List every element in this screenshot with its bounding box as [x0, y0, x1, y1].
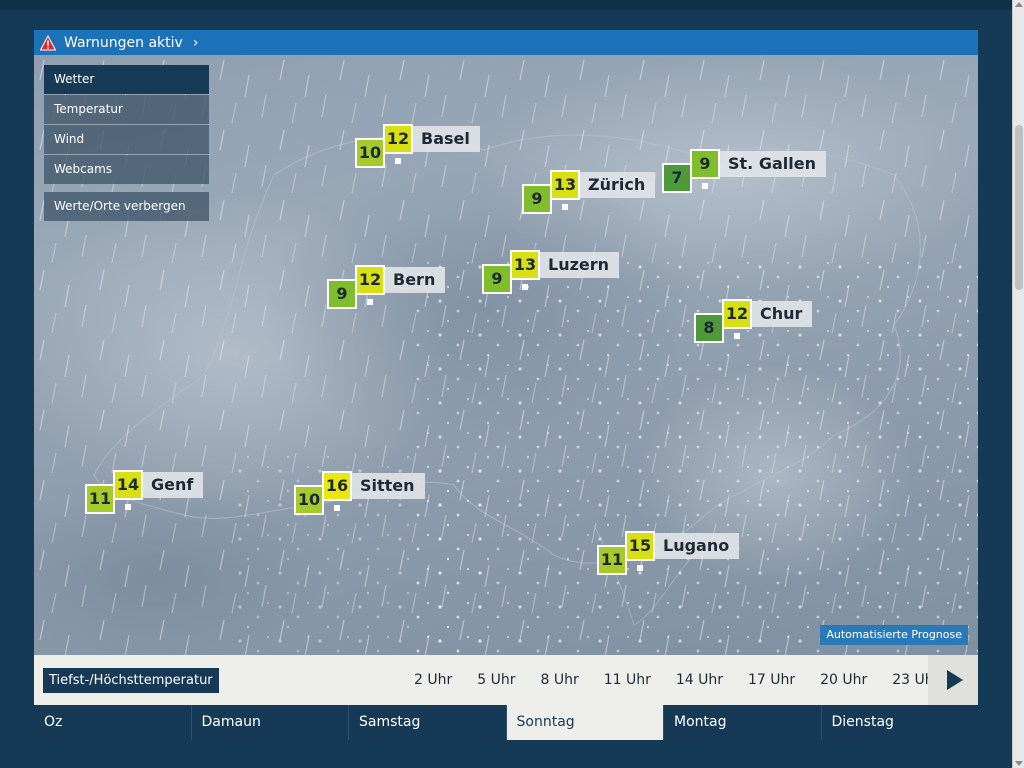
temp-min: 11 — [85, 484, 115, 514]
location-dot — [125, 504, 131, 510]
tab-day-5[interactable]: Dienstag — [821, 705, 978, 740]
tab-day-4[interactable]: Montag — [664, 705, 822, 740]
window-top-bar — [0, 0, 1024, 10]
location-dot — [637, 565, 643, 571]
temp-min: 11 — [597, 545, 627, 575]
warning-triangle-icon — [40, 34, 56, 50]
warnings-bar[interactable]: Warnungen aktiv › — [34, 30, 978, 55]
city-name: Sitten — [352, 473, 425, 499]
hour-5[interactable]: 5 Uhr — [477, 672, 515, 688]
temp-max: 12 — [722, 299, 752, 329]
play-icon — [947, 670, 963, 690]
temp-min: 10 — [294, 485, 324, 515]
city-name: Chur — [752, 301, 813, 327]
temp-min: 9 — [522, 184, 552, 214]
temp-min: 9 — [327, 279, 357, 309]
hour-11[interactable]: 11 Uhr — [604, 672, 651, 688]
city-name: Basel — [413, 126, 480, 152]
city-name: St. Gallen — [720, 151, 826, 177]
scrollbar-thumb[interactable] — [1015, 125, 1023, 290]
location-dot — [395, 158, 401, 164]
menu-item-webcams[interactable]: Webcams — [44, 155, 209, 184]
hour-list: 2 Uhr 5 Uhr 8 Uhr 11 Uhr 14 Uhr 17 Uhr 2… — [404, 655, 939, 705]
temperature-mode-label[interactable]: Tiefst-/Höchsttemperatur — [43, 667, 219, 693]
temp-min: 10 — [355, 138, 385, 168]
menu-item-wind[interactable]: Wind — [44, 125, 209, 154]
warnings-label: Warnungen aktiv — [64, 34, 183, 51]
time-selector-bar: Tiefst-/Höchsttemperatur 2 Uhr 5 Uhr 8 U… — [34, 655, 978, 705]
scroll-down-icon[interactable] — [1015, 761, 1023, 766]
temp-max: 9 — [690, 149, 720, 179]
tab-day-3[interactable]: Sonntag — [506, 705, 664, 740]
hour-8[interactable]: 8 Uhr — [540, 672, 578, 688]
temp-max: 12 — [383, 124, 413, 154]
location-dot — [522, 284, 528, 290]
temp-max: 13 — [510, 250, 540, 280]
city-name: Lugano — [655, 533, 740, 559]
temp-max: 12 — [355, 265, 385, 295]
temp-min: 9 — [482, 264, 512, 294]
temp-max: 16 — [322, 471, 352, 501]
location-dot — [562, 204, 568, 210]
city-name: Zürich — [580, 172, 656, 198]
chevron-right-icon: › — [192, 34, 199, 51]
location-dot — [734, 333, 740, 339]
temp-min: 7 — [662, 163, 692, 193]
view-menu: Wetter Temperatur Wind Webcams Werte/Ort… — [44, 65, 209, 222]
temp-max: 15 — [625, 531, 655, 561]
city-name: Genf — [143, 472, 204, 498]
day-tabs: Oz Damaun Samstag Sonntag Montag Diensta… — [34, 705, 978, 740]
menu-item-wetter[interactable]: Wetter — [44, 65, 209, 94]
tab-day-0[interactable]: Oz — [34, 705, 192, 740]
automated-forecast-badge[interactable]: Automatisierte Prognose — [820, 625, 968, 645]
location-dot — [702, 183, 708, 189]
weather-map[interactable]: Wetter Temperatur Wind Webcams Werte/Ort… — [34, 55, 978, 655]
location-dot — [334, 505, 340, 511]
temp-max: 13 — [550, 170, 580, 200]
hide-values-button[interactable]: Werte/Orte verbergen — [44, 192, 209, 221]
page-scrollbar[interactable] — [1012, 0, 1024, 768]
hour-2[interactable]: 2 Uhr — [414, 672, 452, 688]
temp-max: 14 — [113, 470, 143, 500]
menu-item-temperatur[interactable]: Temperatur — [44, 95, 209, 124]
tab-day-2[interactable]: Samstag — [349, 705, 507, 740]
hour-14[interactable]: 14 Uhr — [676, 672, 723, 688]
hour-20[interactable]: 20 Uhr — [820, 672, 867, 688]
city-name: Luzern — [540, 252, 620, 278]
temp-min: 8 — [694, 313, 724, 343]
play-button[interactable] — [928, 655, 978, 705]
hour-17[interactable]: 17 Uhr — [748, 672, 795, 688]
location-dot — [367, 299, 373, 305]
tab-day-1[interactable]: Damaun — [191, 705, 349, 740]
city-name: Bern — [385, 267, 446, 293]
scroll-up-icon[interactable] — [1015, 2, 1023, 7]
